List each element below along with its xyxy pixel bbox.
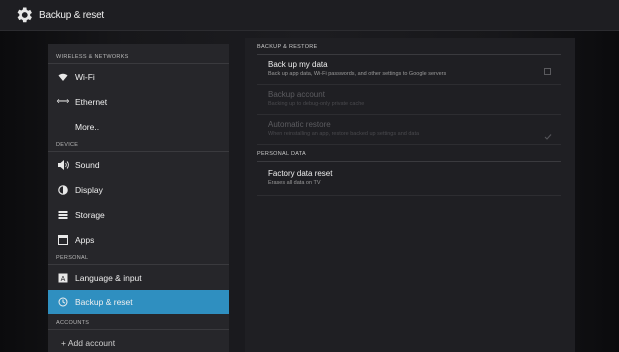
backup-my-data-title: Back up my data (268, 60, 328, 69)
ethernet-icon: ⟺ (56, 96, 70, 106)
storage-icon (57, 209, 69, 221)
backup-account-title: Backup account (268, 90, 325, 99)
backup-my-data-summary: Back up app data, Wi-Fi passwords, and o… (268, 71, 447, 77)
section-device: DEVICE (48, 138, 229, 152)
section-personal-data: PERSONAL DATA (257, 148, 561, 162)
sidebar-item-label: Wi-Fi (75, 71, 95, 82)
automatic-restore-summary: When reinstalling an app, restore backed… (268, 131, 420, 137)
page-title: Backup & reset (39, 9, 105, 21)
checkmark-icon (544, 134, 552, 140)
screen: Backup & reset WIRELESS & NETWORKS Wi-Fi… (0, 0, 619, 352)
title-bar: Backup & reset (0, 0, 619, 31)
sidebar-item-add-account[interactable]: + Add account (48, 331, 229, 352)
sidebar-item-label: Sound (75, 159, 100, 170)
wifi-icon (57, 71, 69, 83)
sidebar-item-more[interactable]: More.. (48, 115, 229, 138)
sidebar-item-backup-reset[interactable]: Backup & reset (48, 290, 229, 314)
backup-icon (57, 296, 69, 308)
backup-account-row: Backup account Backing up to debug-only … (257, 86, 561, 115)
sidebar: WIRELESS & NETWORKS Wi-Fi ⟺ Ethernet Mor… (48, 44, 229, 352)
sidebar-item-display[interactable]: Display (48, 178, 229, 201)
automatic-restore-title: Automatic restore (268, 120, 331, 129)
backup-account-summary: Backing up to debug-only private cache (268, 101, 365, 107)
section-backup-restore: BACKUP & RESTORE (257, 41, 561, 55)
sidebar-item-label: Storage (75, 209, 105, 220)
sidebar-item-label: + Add account (61, 337, 116, 348)
sidebar-item-label: Backup & reset (75, 297, 133, 307)
main-content: BACKUP & RESTORE Back up my data Back up… (245, 38, 575, 352)
sidebar-item-label: More.. (75, 121, 100, 132)
sidebar-item-label: Display (75, 184, 103, 195)
factory-data-reset-row[interactable]: Factory data reset Erases all data on TV (257, 165, 561, 196)
factory-data-reset-summary: Erases all data on TV (268, 180, 321, 186)
svg-text:A: A (61, 276, 66, 283)
sidebar-item-storage[interactable]: Storage (48, 203, 229, 226)
gear-icon (13, 4, 35, 26)
sidebar-item-language-input[interactable]: A Language & input (48, 266, 229, 289)
sidebar-item-wifi[interactable]: Wi-Fi (48, 65, 229, 88)
backup-my-data-checkbox[interactable] (544, 68, 551, 75)
automatic-restore-checkbox (544, 128, 552, 140)
apps-icon (57, 234, 69, 246)
sidebar-item-label: Ethernet (75, 96, 108, 107)
backup-my-data-row[interactable]: Back up my data Back up app data, Wi-Fi … (257, 56, 561, 85)
section-wireless-networks: WIRELESS & NETWORKS (48, 50, 229, 64)
sound-icon (57, 159, 69, 171)
display-icon (57, 184, 69, 196)
automatic-restore-row: Automatic restore When reinstalling an a… (257, 116, 561, 145)
sidebar-item-label: Language & input (75, 272, 142, 283)
section-personal: PERSONAL (48, 251, 229, 265)
sidebar-item-apps[interactable]: Apps (48, 228, 229, 251)
factory-data-reset-title: Factory data reset (268, 169, 333, 178)
sidebar-item-label: Apps (75, 234, 95, 245)
sidebar-item-sound[interactable]: Sound (48, 153, 229, 176)
section-accounts: ACCOUNTS (48, 316, 229, 330)
sidebar-item-ethernet[interactable]: ⟺ Ethernet (48, 90, 229, 113)
language-icon: A (57, 272, 69, 284)
